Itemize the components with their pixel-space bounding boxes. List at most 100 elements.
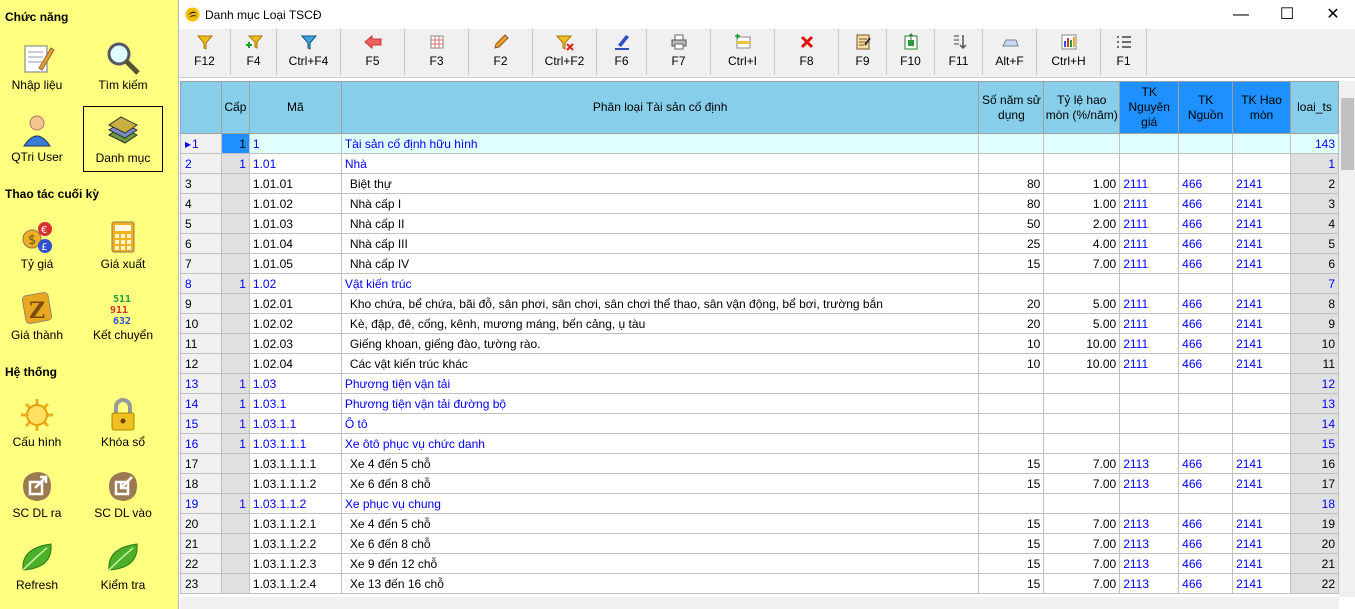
cell-tk-nguon[interactable] [1178,433,1234,454]
cell-so-nam[interactable] [978,273,1045,294]
column-header-phan-loai[interactable]: Phân loại Tài sản cố định [340,81,980,134]
cell-tk-nguyen-gia[interactable] [1119,493,1180,514]
row-number[interactable]: 4 [180,193,222,214]
cell-cap[interactable] [220,213,250,234]
row-number[interactable]: 11 [180,333,222,354]
cell-tk-nguyen-gia[interactable]: 2113 [1119,473,1180,494]
toolbar-button-f2[interactable]: F2 [469,29,533,75]
cell-loai-ts[interactable]: 18 [1289,493,1339,514]
cell-loai-ts[interactable]: 5 [1289,233,1339,254]
row-number[interactable]: 9 [180,293,222,314]
cell-phan-loai[interactable]: Nhà cấp IV [340,253,980,274]
cell-loai-ts[interactable]: 11 [1289,353,1339,374]
cell-tk-nguon[interactable]: 466 [1178,213,1234,234]
cell-phan-loai[interactable]: Xe ôtô phục vụ chức danh [340,433,980,454]
cell-tk-nguon[interactable] [1178,273,1234,294]
cell-ma[interactable]: 1.01.02 [248,193,342,214]
cell-loai-ts[interactable]: 1 [1289,153,1339,174]
cell-ty-le[interactable]: 10.00 [1043,353,1121,374]
cell-ty-le[interactable]: 5.00 [1043,313,1121,334]
cell-ma[interactable]: 1.02.03 [248,333,342,354]
toolbar-button-f11[interactable]: F11 [935,29,983,75]
table-row[interactable]: 14 1 1.03.1 Phương tiện vận tải đường bộ 13 [180,393,1339,414]
cell-cap[interactable] [220,173,250,194]
toolbar-button-f8[interactable]: F8 [775,29,839,75]
cell-so-nam[interactable] [978,413,1045,434]
sidebar-item-gia-thanh[interactable]: Z Giá thành [0,284,77,350]
table-row[interactable]: 11 1.02.03 Giếng khoan, giếng đào, tường r… [180,333,1339,354]
cell-ty-le[interactable] [1043,273,1121,294]
cell-so-nam[interactable]: 25 [978,233,1045,254]
cell-ma[interactable]: 1.03.1.1.2.3 [248,553,342,574]
row-number[interactable]: 2 [180,153,222,174]
cell-ty-le[interactable]: 4.00 [1043,233,1121,254]
cell-tk-hao-mon[interactable]: 2141 [1232,453,1291,474]
sidebar-item-danh-muc[interactable]: Danh mục [83,106,163,172]
cell-so-nam[interactable]: 80 [978,173,1045,194]
maximize-button[interactable]: ☐ [1264,0,1310,29]
cell-tk-nguon[interactable] [1178,373,1234,394]
cell-tk-nguyen-gia[interactable]: 2113 [1119,513,1180,534]
row-number[interactable]: 13 [180,373,222,394]
table-row[interactable]: 9 1.02.01 Kho chứa, bể chứa, bãi đỗ, sân p… [180,293,1339,314]
cell-tk-nguon[interactable]: 466 [1178,313,1234,334]
cell-loai-ts[interactable]: 15 [1289,433,1339,454]
cell-so-nam[interactable] [978,133,1045,154]
cell-so-nam[interactable]: 15 [978,573,1045,594]
cell-phan-loai[interactable]: Biệt thự [340,173,980,194]
cell-tk-nguon[interactable]: 466 [1178,173,1234,194]
cell-phan-loai[interactable]: Các vật kiến trúc khác [340,353,980,374]
cell-tk-nguon[interactable]: 466 [1178,513,1234,534]
toolbar-button-f1[interactable]: F1 [1101,29,1147,75]
horizontal-scrollbar[interactable] [180,597,1339,609]
cell-ty-le[interactable]: 2.00 [1043,213,1121,234]
cell-tk-nguyen-gia[interactable]: 2111 [1119,313,1180,334]
cell-so-nam[interactable]: 10 [978,353,1045,374]
cell-so-nam[interactable]: 15 [978,253,1045,274]
cell-ma[interactable]: 1.03.1.1.2.1 [248,513,342,534]
cell-ma[interactable]: 1 [248,133,342,154]
cell-loai-ts[interactable]: 19 [1289,513,1339,534]
table-row[interactable]: 21 1.03.1.1.2.2 Xe 6 đến 8 chỗ 15 7.00 2113 46… [180,533,1339,554]
table-row[interactable]: 5 1.01.03 Nhà cấp II 50 2.00 2111 466 2141 4 [180,213,1339,234]
column-header-tk-nguyen-gia[interactable]: TK Nguyên giá [1119,81,1180,134]
cell-tk-hao-mon[interactable] [1232,273,1291,294]
cell-ma[interactable]: 1.02.02 [248,313,342,334]
cell-ty-le[interactable]: 7.00 [1043,513,1121,534]
cell-tk-hao-mon[interactable]: 2141 [1232,333,1291,354]
cell-loai-ts[interactable]: 14 [1289,413,1339,434]
cell-ty-le[interactable] [1043,493,1121,514]
cell-ty-le[interactable]: 7.00 [1043,573,1121,594]
row-number[interactable]: 22 [180,553,222,574]
toolbar-button-f12[interactable]: F12 [179,29,231,75]
sidebar-item-gia-xuat[interactable]: Giá xuất [83,213,163,279]
cell-phan-loai[interactable]: Kè, đập, đê, cống, kênh, mương máng, bến… [340,313,980,334]
cell-so-nam[interactable] [978,493,1045,514]
cell-ty-le[interactable]: 7.00 [1043,473,1121,494]
cell-ty-le[interactable] [1043,133,1121,154]
cell-cap[interactable] [220,553,250,574]
cell-cap[interactable]: 1 [220,153,250,174]
cell-cap[interactable] [220,233,250,254]
cell-cap[interactable] [220,453,250,474]
cell-tk-nguyen-gia[interactable]: 2111 [1119,193,1180,214]
row-number[interactable]: 6 [180,233,222,254]
cell-tk-nguyen-gia[interactable]: 2113 [1119,533,1180,554]
cell-tk-hao-mon[interactable] [1232,433,1291,454]
cell-tk-nguyen-gia[interactable]: 2111 [1119,253,1180,274]
cell-tk-hao-mon[interactable]: 2141 [1232,173,1291,194]
cell-so-nam[interactable]: 15 [978,453,1045,474]
cell-tk-nguon[interactable] [1178,153,1234,174]
cell-loai-ts[interactable]: 9 [1289,313,1339,334]
cell-tk-nguyen-gia[interactable] [1119,393,1180,414]
column-header-tk-nguon[interactable]: TK Nguồn [1178,81,1234,134]
cell-ma[interactable]: 1.02.01 [248,293,342,314]
cell-tk-hao-mon[interactable]: 2141 [1232,553,1291,574]
cell-ma[interactable]: 1.01.04 [248,233,342,254]
row-number[interactable]: 18 [180,473,222,494]
cell-so-nam[interactable]: 15 [978,553,1045,574]
table-row[interactable]: 23 1.03.1.1.2.4 Xe 13 đến 16 chỗ 15 7.00 2113… [180,573,1339,594]
cell-loai-ts[interactable]: 16 [1289,453,1339,474]
toolbar-button-f10[interactable]: F10 [887,29,935,75]
cell-ty-le[interactable] [1043,393,1121,414]
